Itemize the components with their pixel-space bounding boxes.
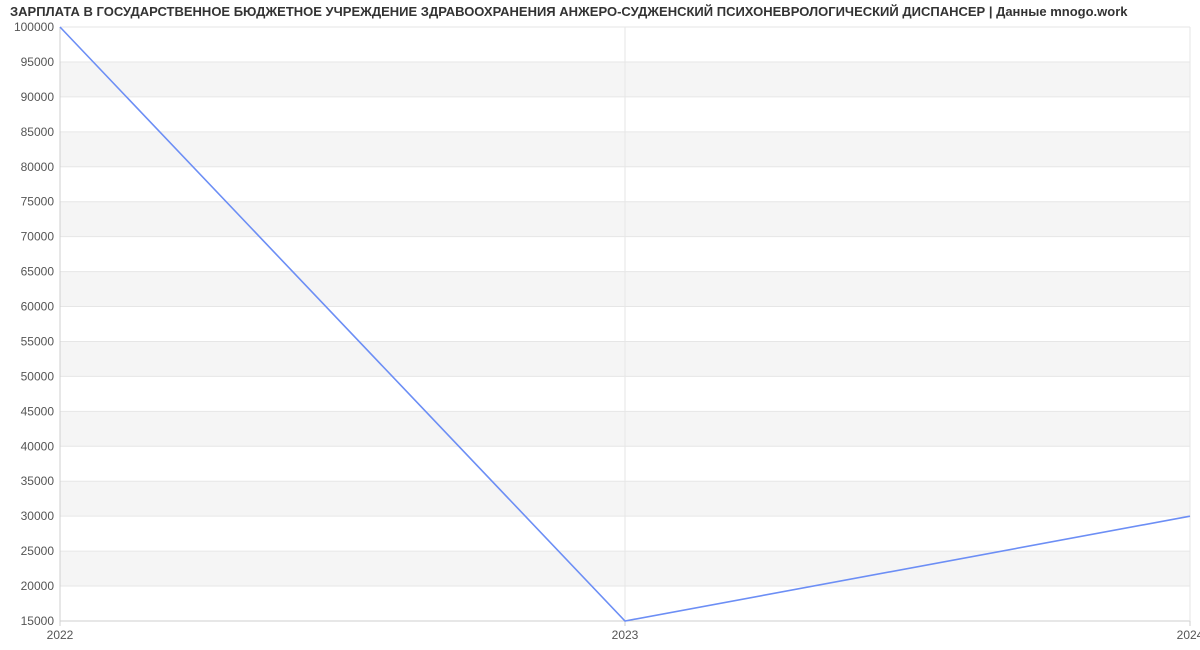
x-tick-label: 2023	[612, 628, 639, 642]
y-tick-label: 50000	[21, 369, 55, 383]
y-tick-label: 85000	[21, 125, 55, 139]
y-tick-label: 15000	[21, 614, 55, 628]
y-tick-label: 25000	[21, 544, 55, 558]
y-tick-label: 95000	[21, 55, 55, 69]
x-tick-label: 2022	[47, 628, 74, 642]
chart-container: 15000 20000 25000 30000 35000 40000 45000 50000…	[0, 19, 1200, 649]
x-tick-label: 2024	[1177, 628, 1200, 642]
y-tick-label: 35000	[21, 474, 55, 488]
y-tick-label: 100000	[14, 20, 54, 34]
y-tick-label: 20000	[21, 579, 55, 593]
y-tick-label: 90000	[21, 90, 55, 104]
y-tick-label: 40000	[21, 439, 55, 453]
y-tick-label: 70000	[21, 230, 55, 244]
y-tick-label: 60000	[21, 300, 55, 314]
line-chart: 15000 20000 25000 30000 35000 40000 45000 50000…	[0, 19, 1200, 649]
y-tick-label: 75000	[21, 195, 55, 209]
y-tick-label: 65000	[21, 265, 55, 279]
chart-title: ЗАРПЛАТА В ГОСУДАРСТВЕННОЕ БЮДЖЕТНОЕ УЧР…	[0, 0, 1200, 19]
y-tick-label: 55000	[21, 334, 55, 348]
y-tick-label: 45000	[21, 404, 55, 418]
y-tick-label: 30000	[21, 509, 55, 523]
y-tick-label: 80000	[21, 160, 55, 174]
